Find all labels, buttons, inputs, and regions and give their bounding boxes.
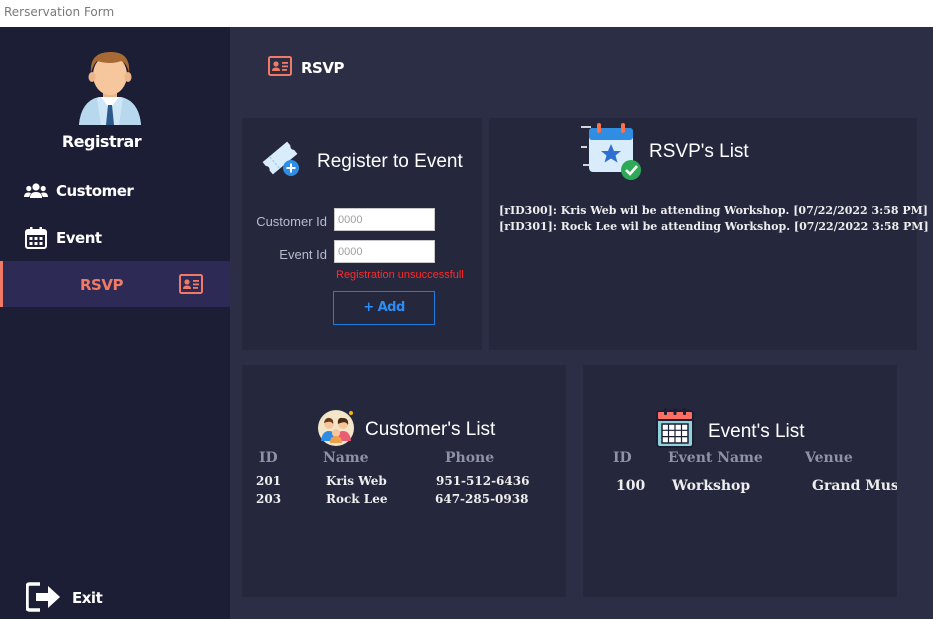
cell-phone: 951-512-6436	[436, 474, 530, 488]
customer-list-panel: Customer's List ID Name Phone 201 Kris W…	[242, 365, 566, 597]
sidebar-item-label: Event	[56, 229, 102, 247]
list-item[interactable]: [rID300]: Kris Web wil be attending Work…	[499, 203, 929, 219]
sidebar-item-customer[interactable]: Customer	[0, 168, 230, 214]
event-id-label: Event Id	[279, 247, 327, 262]
cell-name: Rock Lee	[326, 492, 388, 506]
ticket-add-icon	[262, 141, 299, 176]
column-header-venue: Venue	[805, 450, 853, 466]
add-button[interactable]: + Add	[333, 291, 435, 325]
customer-id-label: Customer Id	[256, 214, 327, 229]
column-header-id: ID	[259, 450, 278, 466]
id-card-icon	[268, 56, 292, 76]
event-list-panel: Event's List ID Event Name Venue 100 Wor…	[583, 365, 897, 597]
cell-venue: Grand Muse	[812, 478, 897, 494]
event-id-field[interactable]	[334, 240, 435, 263]
register-panel: Register to Event Customer Id Event Id R…	[242, 118, 482, 350]
calendar-grid-icon	[656, 408, 694, 448]
exit-button[interactable]: Exit	[0, 577, 230, 619]
column-header-phone: Phone	[445, 450, 495, 466]
sidebar-item-rsvp[interactable]: RSVP	[0, 261, 230, 307]
rsvp-list-title: RSVP's List	[649, 141, 749, 162]
rsvp-entries: [rID300]: Kris Web wil be attending Work…	[499, 203, 929, 235]
customer-list-title: Customer's List	[365, 419, 496, 440]
title-bar: Rerservation Form	[0, 0, 933, 27]
window-title: Rerservation Form	[4, 5, 115, 19]
rsvp-list-panel: RSVP's List [rID300]: Kris Web wil be at…	[489, 118, 929, 350]
sidebar-item-label: RSVP	[80, 276, 123, 294]
app-window: Registrar Customer Event RSVP Exit RSVP …	[0, 27, 933, 619]
cell-event-name: Workshop	[672, 478, 751, 494]
cell-id: 201	[256, 474, 282, 488]
sidebar-item-label: Customer	[56, 182, 134, 200]
calendar-star-check-icon	[581, 123, 641, 180]
exit-door-icon	[26, 582, 60, 612]
calendar-icon	[25, 227, 47, 249]
male-user-avatar-icon	[79, 51, 141, 125]
cell-id: 100	[616, 478, 646, 494]
column-header-id: ID	[613, 450, 632, 466]
event-list-title: Event's List	[708, 421, 805, 442]
list-item[interactable]: [rID301]: Rock Lee wil be attending Work…	[499, 219, 929, 235]
id-card-icon	[179, 274, 203, 294]
column-header-name: Name	[323, 450, 369, 466]
cell-id: 203	[256, 492, 282, 506]
cell-phone: 647-285-0938	[435, 492, 529, 506]
users-icon	[24, 183, 48, 198]
exit-label: Exit	[72, 589, 103, 607]
group-people-icon	[318, 410, 354, 446]
user-role-label: Registrar	[61, 132, 142, 151]
cell-name: Kris Web	[326, 474, 387, 488]
register-title: Register to Event	[317, 151, 463, 172]
error-message: Registration unsuccessfull	[336, 269, 464, 281]
sidebar-item-event[interactable]: Event	[0, 215, 230, 261]
sidebar: Registrar Customer Event RSVP Exit	[0, 27, 230, 619]
column-header-event-name: Event Name	[668, 450, 763, 466]
customer-id-field[interactable]	[334, 208, 435, 231]
page-title: RSVP	[301, 59, 344, 77]
